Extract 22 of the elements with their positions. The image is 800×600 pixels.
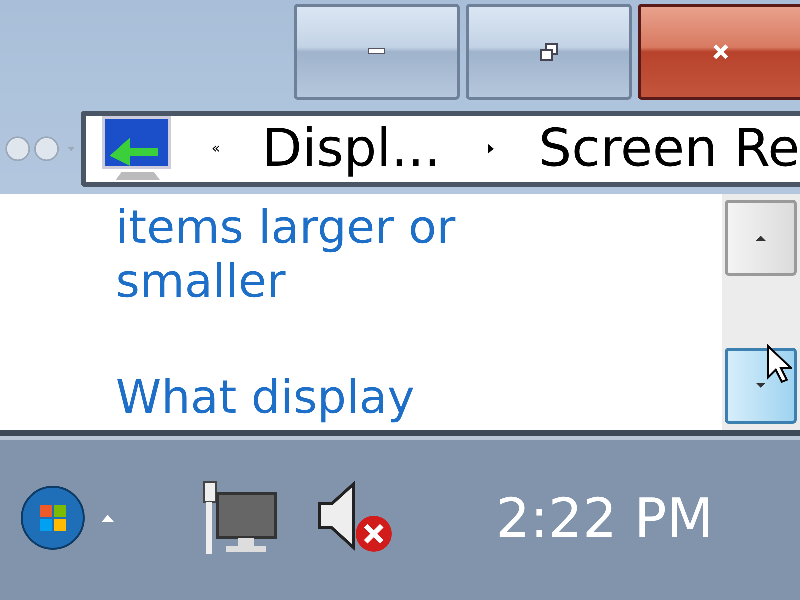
overflow-chevron[interactable]: «	[212, 141, 220, 157]
minimize-icon	[368, 48, 386, 56]
link[interactable]: What display	[116, 370, 415, 424]
close-button[interactable]	[638, 4, 800, 100]
breadcrumb[interactable]: Displ...	[262, 119, 441, 179]
close-icon	[712, 43, 730, 61]
caret-up-icon	[756, 235, 766, 241]
link[interactable]: smaller	[116, 254, 286, 308]
caret-down-icon	[756, 383, 766, 389]
network-icon[interactable]	[200, 480, 280, 556]
minimize-button[interactable]	[294, 4, 460, 100]
scroll-up-button[interactable]	[725, 200, 797, 276]
link[interactable]: items larger or	[116, 200, 456, 254]
scroll-down-button[interactable]	[725, 348, 797, 424]
mouse-cursor-icon	[766, 344, 792, 384]
caret-icon[interactable]	[486, 143, 495, 155]
restore-button[interactable]	[466, 4, 632, 100]
caret-up-icon[interactable]	[102, 514, 114, 522]
breadcrumb[interactable]: Screen Re	[538, 119, 800, 179]
address-bar[interactable]: « Displ... Screen Re	[80, 111, 800, 187]
restore-icon	[539, 42, 559, 62]
start-orb-icon[interactable]	[20, 485, 86, 551]
